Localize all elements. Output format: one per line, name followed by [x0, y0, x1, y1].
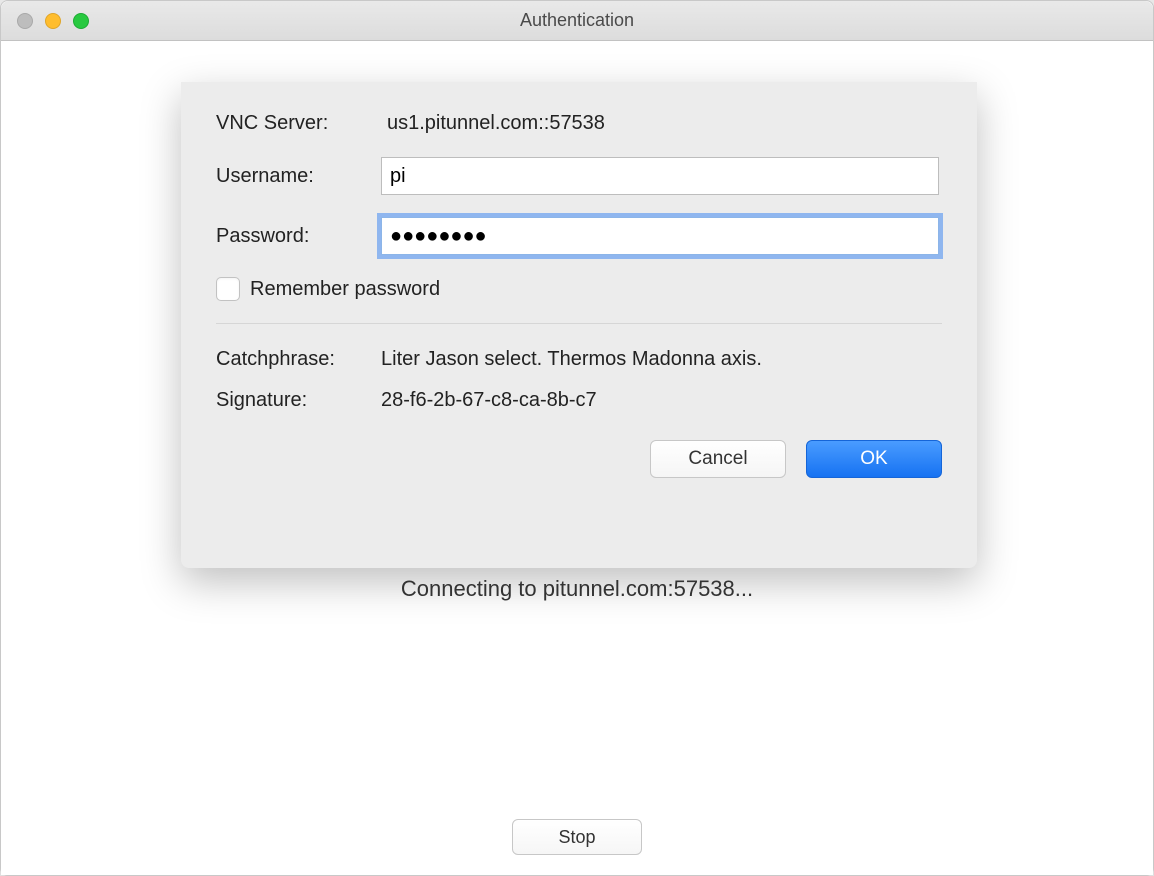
catchphrase-label: Catchphrase: [216, 348, 381, 371]
stop-button[interactable]: Stop [512, 819, 642, 855]
username-input[interactable] [381, 157, 939, 195]
password-row: Password: [216, 217, 942, 255]
window-body: VNC Server: us1.pitunnel.com::57538 User… [1, 41, 1153, 875]
cancel-button[interactable]: Cancel [650, 440, 786, 478]
close-window-icon[interactable] [17, 13, 33, 29]
remember-password-row[interactable]: Remember password [216, 277, 942, 301]
vnc-server-value: us1.pitunnel.com::57538 [381, 112, 605, 135]
signature-row: Signature: 28-f6-2b-67-c8-ca-8b-c7 [216, 389, 942, 412]
minimize-window-icon[interactable] [45, 13, 61, 29]
maximize-window-icon[interactable] [73, 13, 89, 29]
authentication-dialog: VNC Server: us1.pitunnel.com::57538 User… [181, 82, 977, 568]
traffic-lights [1, 13, 89, 29]
username-row: Username: [216, 157, 942, 195]
username-label: Username: [216, 165, 381, 188]
remember-password-label: Remember password [250, 278, 440, 301]
divider [216, 323, 942, 324]
remember-password-checkbox[interactable] [216, 277, 240, 301]
ok-button[interactable]: OK [806, 440, 942, 478]
connecting-status: Connecting to pitunnel.com:57538... [1, 576, 1153, 602]
signature-value: 28-f6-2b-67-c8-ca-8b-c7 [381, 389, 597, 412]
dialog-buttons: Cancel OK [216, 440, 942, 478]
vnc-server-row: VNC Server: us1.pitunnel.com::57538 [216, 112, 942, 135]
catchphrase-row: Catchphrase: Liter Jason select. Thermos… [216, 348, 942, 371]
password-label: Password: [216, 225, 381, 248]
main-window: Authentication VNC Server: us1.pitunnel.… [0, 0, 1154, 876]
window-title: Authentication [1, 10, 1153, 31]
catchphrase-value: Liter Jason select. Thermos Madonna axis… [381, 348, 762, 371]
signature-label: Signature: [216, 389, 381, 412]
password-input[interactable] [381, 217, 939, 255]
titlebar[interactable]: Authentication [1, 1, 1153, 41]
vnc-server-label: VNC Server: [216, 112, 381, 135]
